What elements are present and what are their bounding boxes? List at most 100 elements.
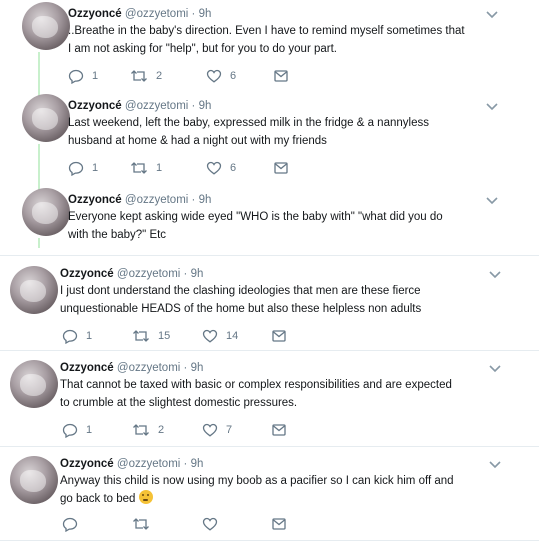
tweet-header: Ozzyoncé @ozzyetomi · 9h bbox=[68, 100, 211, 112]
avatar[interactable] bbox=[22, 94, 70, 142]
reply-button[interactable]: 1 bbox=[68, 160, 98, 176]
separator: · bbox=[183, 362, 188, 374]
display-name[interactable]: Ozzyoncé bbox=[60, 362, 114, 374]
display-name[interactable]: Ozzyoncé bbox=[60, 458, 114, 470]
tweet[interactable]: Ozzyoncé @ozzyetomi · 9h Anyway this chi… bbox=[0, 452, 539, 542]
reply-count: 1 bbox=[92, 70, 99, 82]
envelope-icon bbox=[272, 424, 286, 436]
like-button[interactable]: 6 bbox=[206, 68, 236, 84]
handle[interactable]: @ozzyetomi bbox=[117, 268, 180, 280]
like-button[interactable]: 6 bbox=[206, 160, 236, 176]
tweet-text: ..Breathe in the baby's direction. Even … bbox=[68, 22, 488, 58]
handle[interactable]: @ozzyetomi bbox=[117, 458, 180, 470]
tweet-text-line: Anyway this child is now using my boob a… bbox=[60, 475, 454, 487]
handle[interactable]: @ozzyetomi bbox=[117, 362, 180, 374]
tweet-text-line: unquestionable HEADS of the home but als… bbox=[60, 303, 422, 315]
chevron-down-icon[interactable] bbox=[485, 10, 499, 20]
tweet-header: Ozzyoncé @ozzyetomi · 9h bbox=[60, 268, 203, 280]
handle[interactable]: @ozzyetomi bbox=[125, 8, 188, 20]
separator: · bbox=[183, 268, 188, 280]
retweet-button[interactable]: 2 bbox=[130, 68, 162, 84]
display-name[interactable]: Ozzyoncé bbox=[68, 8, 122, 20]
like-count: 6 bbox=[230, 162, 237, 174]
reply-count: 1 bbox=[86, 424, 93, 436]
heart-icon bbox=[202, 423, 218, 437]
display-name[interactable]: Ozzyoncé bbox=[68, 100, 122, 112]
divider bbox=[0, 540, 539, 541]
chevron-down-icon[interactable] bbox=[488, 270, 502, 280]
reply-button[interactable] bbox=[62, 516, 78, 532]
reply-icon bbox=[68, 161, 84, 176]
tweet-text-line: Everyone kept asking wide eyed "WHO is t… bbox=[68, 211, 443, 223]
tweet-actions: 1 1 6 bbox=[68, 160, 308, 176]
retweet-icon bbox=[133, 424, 149, 436]
tweet[interactable]: Ozzyoncé @ozzyetomi · 9h Everyone kept a… bbox=[0, 186, 539, 248]
retweet-button[interactable]: 2 bbox=[132, 422, 164, 438]
timestamp[interactable]: 9h bbox=[199, 100, 212, 112]
like-button[interactable]: 7 bbox=[202, 422, 232, 438]
tweet[interactable]: Ozzyoncé @ozzyetomi · 9h That cannot be … bbox=[0, 356, 539, 442]
retweet-count: 2 bbox=[158, 424, 165, 436]
direct-message-button[interactable] bbox=[274, 160, 288, 176]
heart-icon bbox=[202, 329, 218, 343]
direct-message-button[interactable] bbox=[274, 68, 288, 84]
chevron-down-icon[interactable] bbox=[488, 460, 502, 470]
display-name[interactable]: Ozzyoncé bbox=[68, 194, 122, 206]
retweet-button[interactable]: 1 bbox=[130, 160, 162, 176]
retweet-count: 1 bbox=[156, 162, 163, 174]
tweet-actions bbox=[62, 516, 302, 532]
timestamp[interactable]: 9h bbox=[199, 194, 212, 206]
reply-button[interactable]: 1 bbox=[68, 68, 98, 84]
tweet-text: Last weekend, left the baby, expressed m… bbox=[68, 114, 488, 150]
retweet-button[interactable] bbox=[132, 516, 150, 532]
like-count: 14 bbox=[226, 330, 239, 342]
retweet-icon bbox=[131, 70, 147, 82]
avatar[interactable] bbox=[10, 360, 58, 408]
handle[interactable]: @ozzyetomi bbox=[125, 100, 188, 112]
tweet-text-line: Last weekend, left the baby, expressed m… bbox=[68, 117, 429, 129]
display-name[interactable]: Ozzyoncé bbox=[60, 268, 114, 280]
tweet-header: Ozzyoncé @ozzyetomi · 9h bbox=[68, 8, 211, 20]
avatar[interactable] bbox=[22, 188, 70, 236]
direct-message-button[interactable] bbox=[272, 516, 286, 532]
thread-line bbox=[38, 52, 40, 96]
handle[interactable]: @ozzyetomi bbox=[125, 194, 188, 206]
tweet[interactable]: Ozzyoncé @ozzyetomi · 9h Last weekend, l… bbox=[0, 92, 539, 196]
chevron-down-icon[interactable] bbox=[485, 102, 499, 112]
direct-message-button[interactable] bbox=[272, 328, 286, 344]
like-button[interactable] bbox=[202, 516, 218, 532]
retweet-icon bbox=[131, 162, 147, 174]
separator: · bbox=[191, 100, 196, 112]
tweet-text-line: I am not asking for "help", but for you … bbox=[68, 43, 337, 55]
tweet-text: Everyone kept asking wide eyed "WHO is t… bbox=[68, 208, 488, 244]
avatar[interactable] bbox=[10, 266, 58, 314]
reply-button[interactable]: 1 bbox=[62, 328, 92, 344]
avatar[interactable] bbox=[22, 2, 70, 50]
tweet-header: Ozzyoncé @ozzyetomi · 9h bbox=[60, 458, 203, 470]
chevron-down-icon[interactable] bbox=[488, 364, 502, 374]
retweet-button[interactable]: 15 bbox=[132, 328, 170, 344]
tweet[interactable]: Ozzyoncé @ozzyetomi · 9h I just dont und… bbox=[0, 262, 539, 348]
avatar[interactable] bbox=[10, 456, 58, 504]
reply-button[interactable]: 1 bbox=[62, 422, 92, 438]
direct-message-button[interactable] bbox=[272, 422, 286, 438]
tweet-text-line: I just dont understand the clashing ideo… bbox=[60, 285, 421, 297]
chevron-down-icon[interactable] bbox=[485, 196, 499, 206]
timestamp[interactable]: 9h bbox=[191, 458, 204, 470]
like-count: 7 bbox=[226, 424, 233, 436]
tweet[interactable]: Ozzyoncé @ozzyetomi · 9h ..Breathe in th… bbox=[0, 0, 539, 96]
timestamp[interactable]: 9h bbox=[191, 362, 204, 374]
envelope-icon bbox=[272, 518, 286, 530]
timestamp[interactable]: 9h bbox=[199, 8, 212, 20]
envelope-icon bbox=[272, 330, 286, 342]
tweet-text-line: to crumble at the slightest domestic pre… bbox=[60, 397, 298, 409]
separator: · bbox=[191, 8, 196, 20]
heart-icon bbox=[206, 69, 222, 83]
heart-icon bbox=[206, 161, 222, 175]
tweet-text: I just dont understand the clashing ideo… bbox=[60, 282, 480, 318]
thinking-face-emoji-icon bbox=[138, 490, 153, 504]
timestamp[interactable]: 9h bbox=[191, 268, 204, 280]
tweet-header: Ozzyoncé @ozzyetomi · 9h bbox=[68, 194, 211, 206]
like-button[interactable]: 14 bbox=[202, 328, 238, 344]
retweet-icon bbox=[133, 518, 149, 530]
